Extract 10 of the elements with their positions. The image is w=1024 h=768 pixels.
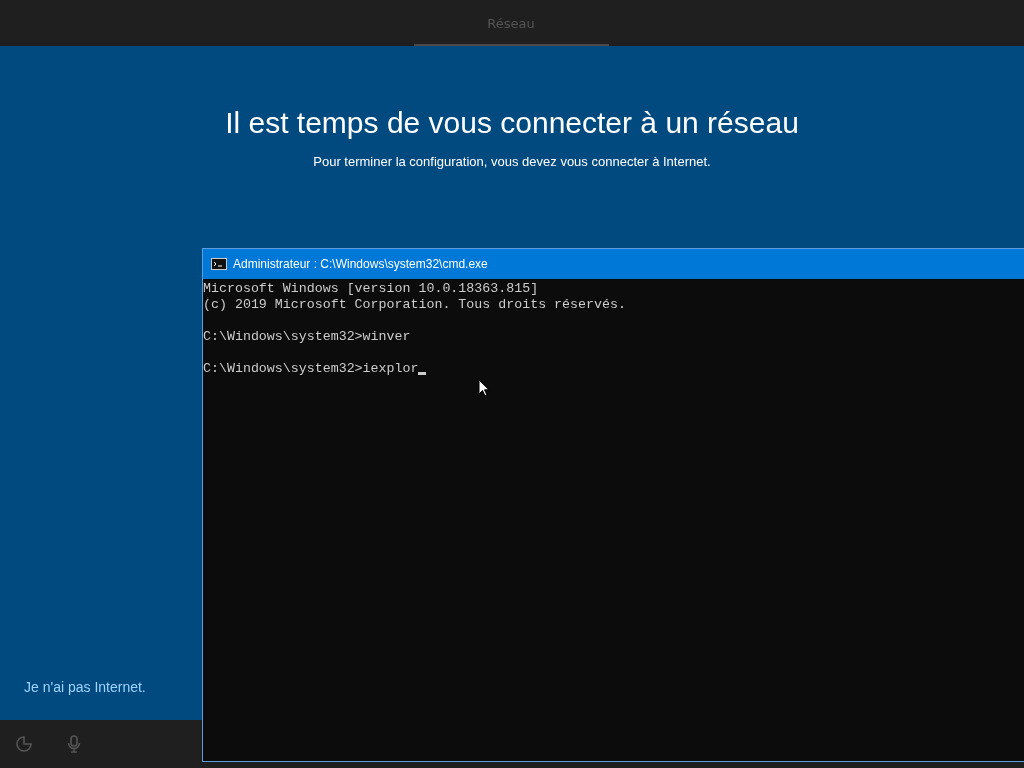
no-internet-link[interactable]: Je n'ai pas Internet. bbox=[24, 679, 146, 695]
console-line: Microsoft Windows [version 10.0.18363.815] bbox=[203, 281, 539, 297]
console-icon bbox=[211, 258, 227, 270]
page-subtitle: Pour terminer la configuration, vous devez vous connecter à Internet. bbox=[312, 154, 712, 169]
console-line: C:\Windows\system32>iexplor bbox=[203, 361, 419, 377]
mouse-pointer-icon bbox=[478, 379, 490, 397]
page-heading: Il est temps de vous connecter à un réseau bbox=[224, 106, 800, 140]
window-title: Administrateur : C:\Windows\system32\cmd.exe bbox=[233, 257, 488, 271]
console-line: C:\Windows\system32>winver bbox=[203, 329, 411, 345]
console-line: (c) 2019 Microsoft Corporation. Tous droits réservés. bbox=[203, 297, 626, 313]
